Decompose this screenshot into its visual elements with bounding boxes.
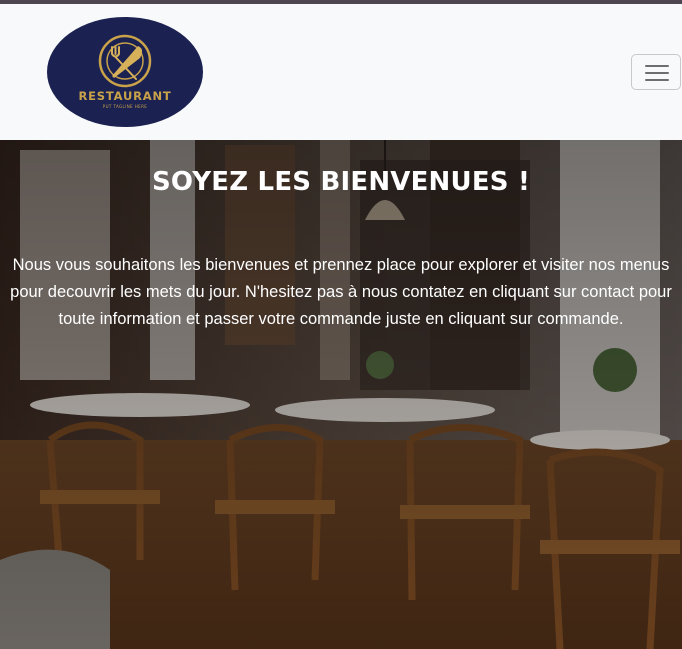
navbar: RESTAURANT PUT TAGLINE HERE: [0, 4, 682, 140]
hero-welcome-text: Nous vous souhaitons les bienvenues et p…: [10, 255, 672, 328]
navbar-toggler-button[interactable]: [631, 54, 681, 90]
restaurant-logo[interactable]: RESTAURANT PUT TAGLINE HERE: [46, 16, 204, 128]
plate-fork-knife-icon: [98, 34, 152, 88]
hamburger-menu-icon: [645, 65, 669, 82]
logo-tagline: PUT TAGLINE HERE: [103, 104, 147, 109]
page: RESTAURANT PUT TAGLINE HERE SOYEZ LES BI…: [0, 0, 682, 649]
restaurant-interior-background-image: [0, 140, 682, 649]
logo-brand-text: RESTAURANT: [78, 89, 171, 103]
hero-title: SOYEZ LES BIENVENUES !: [151, 167, 531, 198]
hero-section: SOYEZ LES BIENVENUES ! Nous vous souhait…: [0, 140, 682, 649]
